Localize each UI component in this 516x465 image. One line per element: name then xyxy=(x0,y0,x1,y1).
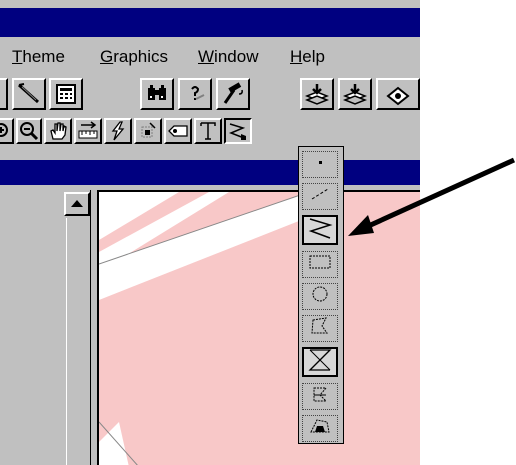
annotation-arrow xyxy=(348,157,516,236)
